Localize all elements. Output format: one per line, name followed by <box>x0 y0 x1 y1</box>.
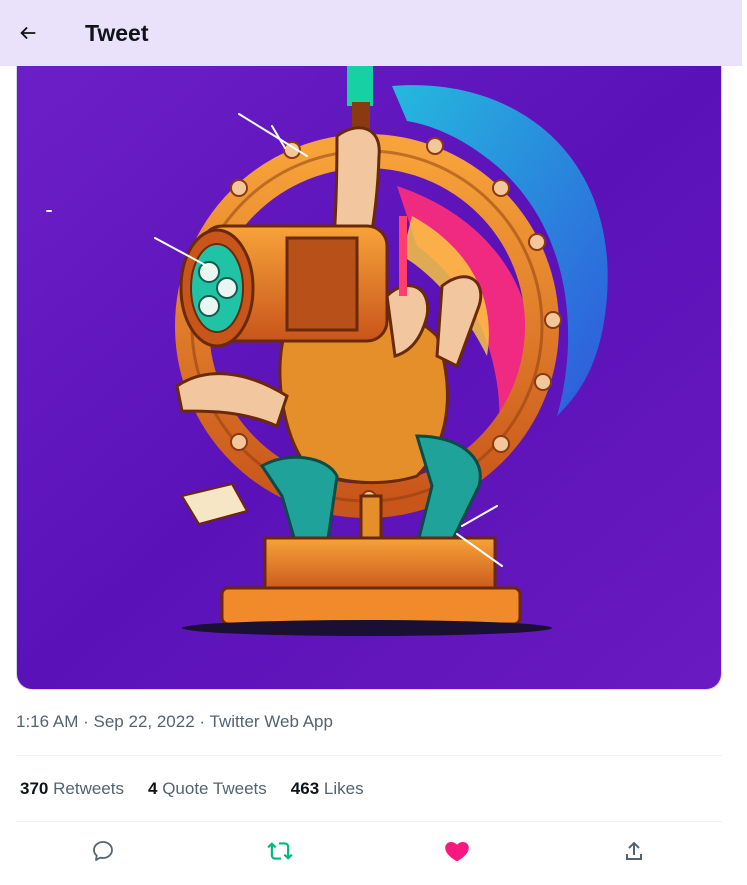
tweet-date[interactable]: Sep 22, 2022 <box>94 712 195 731</box>
tweet-timestamp-line: 1:16 AM · Sep 22, 2022 · Twitter Web App <box>16 711 333 733</box>
reply-button[interactable] <box>90 838 116 864</box>
tweet-media-image[interactable] <box>16 66 722 690</box>
speech-bubble-icon <box>93 841 113 861</box>
likes-label: Likes <box>323 779 364 798</box>
like-button[interactable] <box>444 838 470 864</box>
likes-count: 463 <box>290 779 320 798</box>
illustration-artwork <box>17 66 721 689</box>
quote-tweets-stat[interactable]: 4 Quote Tweets <box>148 778 267 800</box>
quote-tweets-count: 4 <box>147 779 158 798</box>
retweets-stat[interactable]: 370 Retweets <box>20 778 124 800</box>
retweet-button[interactable] <box>267 838 293 864</box>
retweets-count: 370 <box>20 779 49 798</box>
top-bar: Tweet <box>0 0 742 66</box>
separator-dot: · <box>83 712 89 731</box>
tweet-action-bar <box>16 826 722 876</box>
tweet-time[interactable]: 1:16 AM <box>16 712 78 731</box>
engagement-stats: 370 Retweets 4 Quote Tweets 463 Likes <box>20 778 364 800</box>
quote-tweets-label: Quote Tweets <box>162 779 267 798</box>
separator-dot: · <box>199 712 206 731</box>
share-upload-icon <box>626 841 642 860</box>
retweets-label: Retweets <box>53 779 124 798</box>
page-title: Tweet <box>85 20 149 46</box>
arrow-left-icon <box>20 26 36 40</box>
heart-icon <box>445 841 469 862</box>
divider <box>16 755 722 756</box>
share-button[interactable] <box>621 838 647 864</box>
retweet-icon <box>267 842 293 860</box>
tweet-source[interactable]: Twitter Web App <box>210 712 333 731</box>
back-button[interactable] <box>12 17 44 49</box>
likes-stat[interactable]: 463 Likes <box>291 778 364 800</box>
divider <box>16 821 722 822</box>
